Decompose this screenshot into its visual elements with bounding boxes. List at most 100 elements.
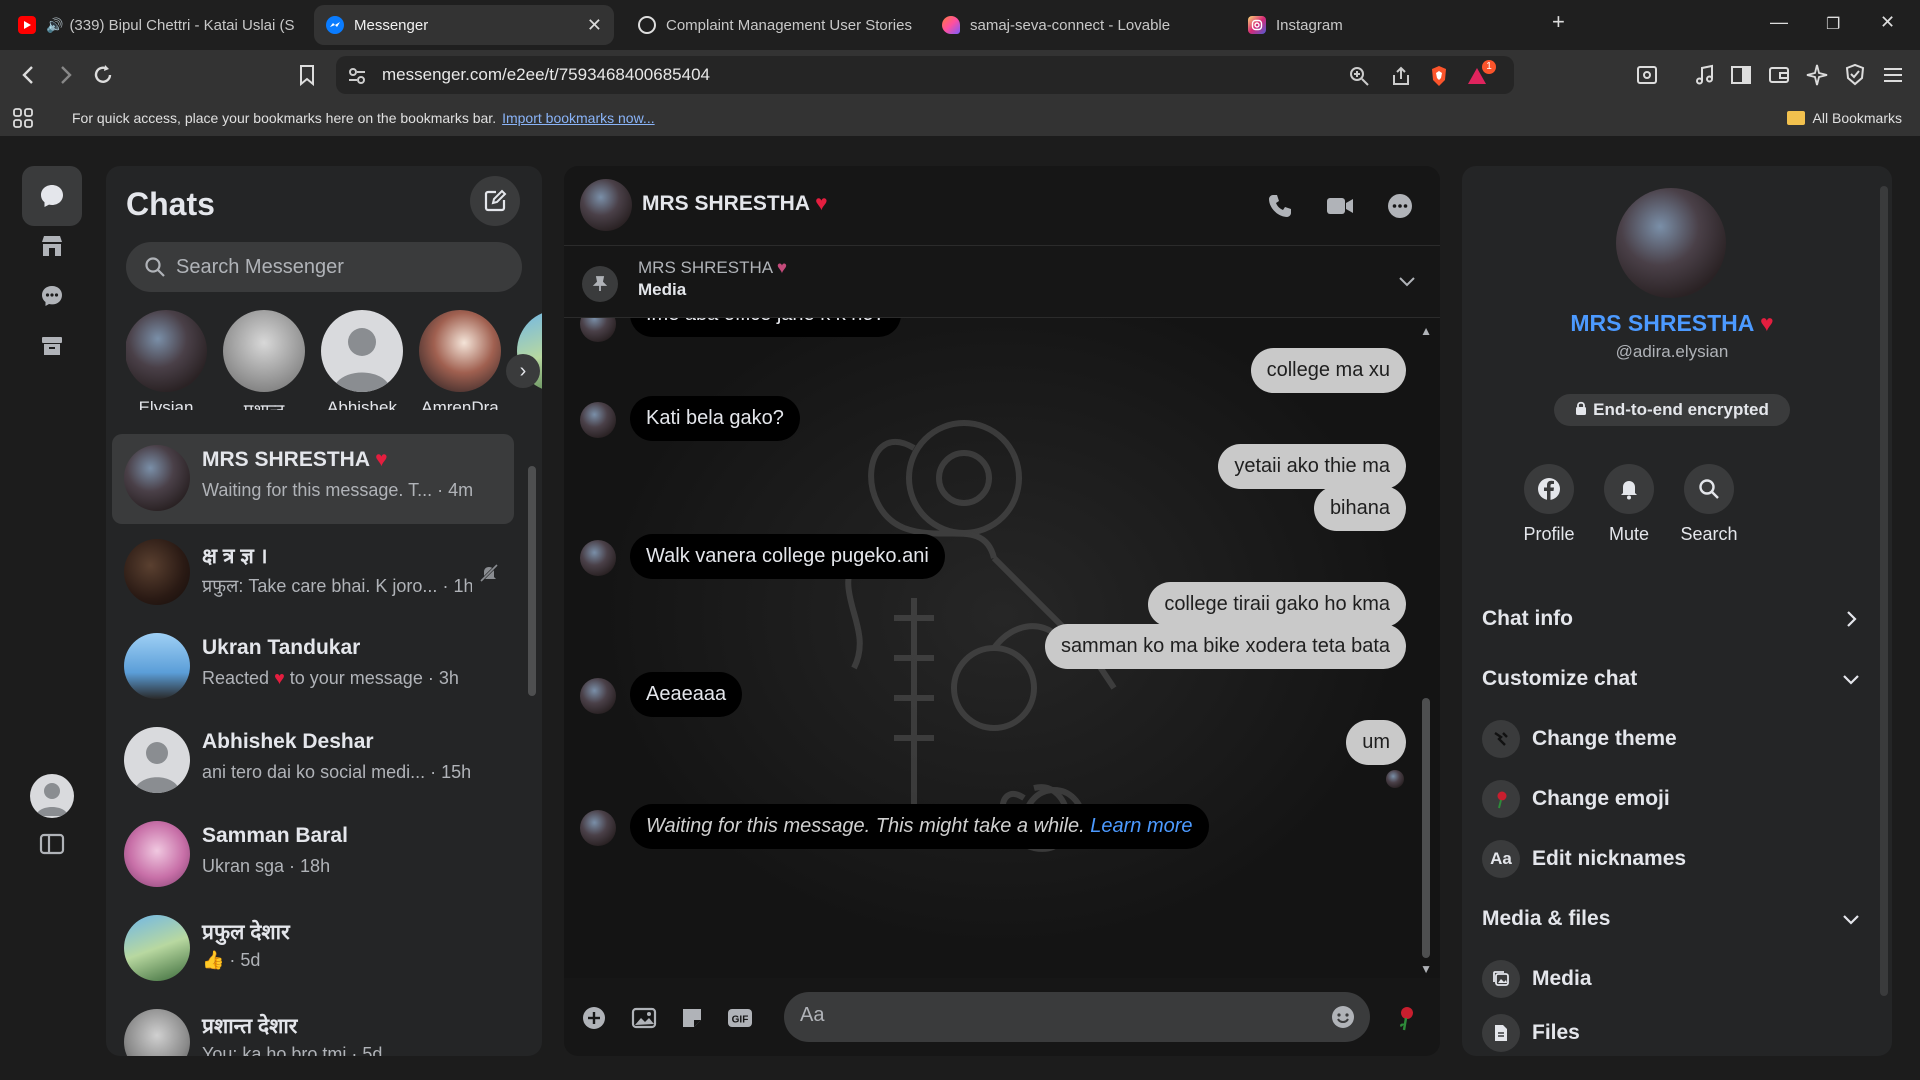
- zoom-icon[interactable]: [1348, 65, 1370, 87]
- story-item[interactable]: Elysian: [126, 310, 208, 410]
- url-bar[interactable]: messenger.com/e2ee/t/7593468400685404 1: [336, 56, 1514, 94]
- tab-youtube[interactable]: 🔊 (339) Bipul Chettri - Katai Uslai (S: [6, 5, 296, 45]
- site-settings-icon[interactable]: [346, 65, 368, 87]
- share-icon[interactable]: [1390, 65, 1412, 87]
- conversation-name: प्रफुल देशार: [202, 921, 290, 944]
- sticker-icon[interactable]: [678, 1004, 706, 1032]
- conversation-item[interactable]: Ukran Tandukar Reacted ♥ to your message…: [112, 622, 514, 712]
- outgoing-message[interactable]: college ma xu: [1250, 348, 1406, 393]
- outgoing-message[interactable]: bihana: [1313, 486, 1406, 531]
- new-tab-button[interactable]: +: [1552, 9, 1565, 35]
- brave-shield-icon[interactable]: [1428, 65, 1450, 87]
- tab-lovable[interactable]: samaj-seva-connect - Lovable: [930, 5, 1220, 45]
- tab-title: Complaint Management User Stories: [666, 16, 912, 34]
- plus-icon[interactable]: [580, 1004, 608, 1032]
- conversation-item[interactable]: Samman Baral Ukran sga · 18h: [112, 810, 514, 900]
- story-item[interactable]: AmrenDra: [418, 310, 502, 410]
- nicknames-icon: Aa: [1482, 840, 1520, 878]
- chat-info-row[interactable]: Chat info: [1482, 594, 1862, 644]
- scrollbar[interactable]: [1880, 186, 1888, 996]
- toggle-sidebar-button[interactable]: [22, 814, 82, 874]
- search-bar[interactable]: [126, 242, 522, 292]
- tab-complaint[interactable]: Complaint Management User Stories: [626, 5, 916, 45]
- chevron-down-icon: [1840, 668, 1862, 690]
- encryption-badge[interactable]: End-to-end encrypted: [1554, 394, 1790, 426]
- outgoing-message[interactable]: um: [1346, 720, 1406, 765]
- back-button[interactable]: [16, 62, 42, 88]
- conversation-item[interactable]: MRS SHRESTHA ♥ Waiting for this message.…: [112, 434, 514, 524]
- menu-icon[interactable]: [1880, 62, 1906, 88]
- tab-instagram[interactable]: Instagram: [1236, 5, 1526, 45]
- scrollbar[interactable]: [528, 466, 536, 696]
- story-item[interactable]: प्रशान्त: [222, 310, 306, 410]
- window-close-button[interactable]: ✕: [1880, 12, 1895, 33]
- incoming-message[interactable]: Walk vanera college pugeko.ani: [630, 534, 945, 579]
- sidebar-toggle-icon[interactable]: [1728, 62, 1754, 88]
- conversation-title[interactable]: MRS SHRESTHA ♥: [642, 192, 828, 216]
- change-emoji-row[interactable]: Change emoji: [1482, 774, 1862, 824]
- media-files-row[interactable]: Media & files: [1482, 894, 1862, 944]
- outgoing-message[interactable]: college tiraii gako ho kma: [1148, 582, 1406, 627]
- gif-icon[interactable]: GIF: [726, 1004, 754, 1032]
- conversation-item[interactable]: Abhishek Deshar ani tero dai ko social m…: [112, 716, 514, 806]
- minimize-button[interactable]: —: [1770, 12, 1788, 33]
- message-input[interactable]: [800, 1004, 1300, 1027]
- scrollbar[interactable]: [1422, 698, 1430, 958]
- incoming-message[interactable]: Ime aba office jane k k ho?: [630, 318, 901, 337]
- outgoing-message[interactable]: samman ko ma bike xodera teta bata: [1044, 624, 1406, 669]
- rose-emoji-icon[interactable]: [1392, 1004, 1420, 1032]
- pinned-bar[interactable]: MRS SHRESTHA ♥ Media: [564, 246, 1440, 318]
- all-bookmarks-button[interactable]: All Bookmarks: [1786, 110, 1902, 126]
- more-options-icon[interactable]: [1384, 190, 1416, 222]
- customize-chat-label: Customize chat: [1482, 667, 1638, 690]
- reader-mode-icon[interactable]: [1634, 62, 1660, 88]
- message-field[interactable]: [784, 992, 1370, 1042]
- media-icon[interactable]: [1692, 62, 1718, 88]
- archive-nav-button[interactable]: [22, 316, 82, 376]
- conversation-name: MRS SHRESTHA ♥: [202, 448, 388, 472]
- stories-next-button[interactable]: ›: [506, 354, 540, 388]
- search-input[interactable]: [176, 255, 496, 279]
- import-bookmarks-link[interactable]: Import bookmarks now...: [502, 110, 655, 126]
- incoming-message[interactable]: Aeaeaaa: [630, 672, 743, 717]
- customize-chat-row[interactable]: Customize chat: [1482, 654, 1862, 704]
- outgoing-message[interactable]: yetaii ako thie ma: [1218, 444, 1406, 489]
- speaker-icon[interactable]: 🔊: [46, 17, 63, 34]
- scroll-up-arrow-icon[interactable]: ▲: [1420, 324, 1432, 338]
- avatar[interactable]: [580, 179, 632, 231]
- chevron-down-icon[interactable]: [1396, 270, 1418, 292]
- video-call-icon[interactable]: [1324, 190, 1356, 222]
- wallet-icon[interactable]: [1766, 62, 1792, 88]
- leo-ai-icon[interactable]: [1804, 62, 1830, 88]
- vpn-icon[interactable]: [1842, 62, 1868, 88]
- mute-action[interactable]: Mute: [1584, 464, 1674, 545]
- avatar[interactable]: [1616, 188, 1726, 298]
- change-theme-row[interactable]: Change theme: [1482, 714, 1862, 764]
- media-row[interactable]: Media: [1482, 954, 1862, 1004]
- image-icon[interactable]: [630, 1004, 658, 1032]
- learn-more-link[interactable]: Learn more: [1090, 815, 1192, 837]
- restore-button[interactable]: ❐: [1826, 14, 1840, 34]
- forward-button[interactable]: [52, 62, 78, 88]
- conversation-item[interactable]: प्रफुल देशार 👍 · 5d: [112, 904, 514, 994]
- avatar: [124, 445, 190, 511]
- phone-icon[interactable]: [1264, 190, 1296, 222]
- close-icon[interactable]: ✕: [587, 15, 602, 36]
- tab-messenger[interactable]: Messenger ✕: [314, 5, 614, 45]
- edit-nicknames-row[interactable]: Aa Edit nicknames: [1482, 834, 1862, 884]
- story-item[interactable]: Abhishek: [320, 310, 404, 410]
- new-message-button[interactable]: [470, 176, 520, 226]
- search-action[interactable]: Search: [1664, 464, 1754, 545]
- conversation-item[interactable]: प्रशान्त देशार You: ka ho bro tmi · 5d: [112, 998, 514, 1056]
- emoji-icon[interactable]: [1330, 1004, 1356, 1030]
- reload-button[interactable]: [90, 62, 116, 88]
- lovable-icon: [942, 16, 960, 34]
- avatar: [124, 539, 190, 605]
- conversation-item[interactable]: क्ष त्र ज्ञ । प्रफुल: Take care bhai. K …: [112, 528, 514, 618]
- files-row[interactable]: Files: [1482, 1008, 1862, 1056]
- bookmark-icon[interactable]: [294, 62, 320, 88]
- apps-grid-icon[interactable]: [12, 107, 34, 129]
- profile-action[interactable]: Profile: [1504, 464, 1594, 545]
- scroll-down-arrow-icon[interactable]: ▼: [1420, 962, 1432, 976]
- incoming-message[interactable]: Kati bela gako?: [630, 396, 800, 441]
